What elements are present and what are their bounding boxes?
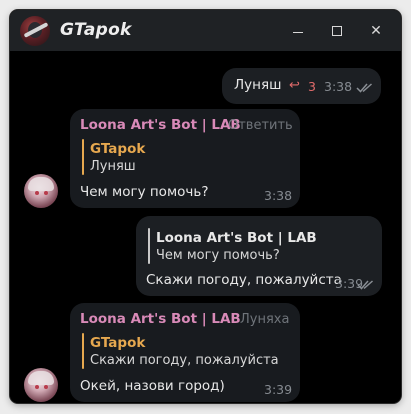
quote-text[interactable]: Чем могу помочь? <box>156 248 280 263</box>
quote-text[interactable]: Скажи погоду, пожалуйста <box>90 353 279 368</box>
reply-count[interactable]: 3 <box>308 79 316 94</box>
app-window: GTapok ✕ Луняш ↩ 3 3:38 Loona Art's Bot … <box>10 10 401 403</box>
chat-area[interactable]: Луняш ↩ 3 3:38 Loona Art's Bot | LAB Отв… <box>10 51 401 403</box>
close-icon: ✕ <box>370 22 382 39</box>
maximize-icon <box>332 25 342 36</box>
message-time: 3:38 <box>264 188 293 203</box>
message-bubble-outgoing[interactable]: Луняш ↩ 3 3:38 <box>222 68 381 104</box>
message-time: 3:38 <box>324 79 353 94</box>
sender-name[interactable]: Loona Art's Bot | LAB <box>80 311 241 327</box>
reply-action[interactable]: Ответить <box>228 118 293 133</box>
title-bar[interactable]: GTapok ✕ <box>10 10 401 51</box>
quote-bar <box>82 139 84 175</box>
message-text: Луняш <box>234 77 282 93</box>
message-bubble-incoming[interactable]: Loona Art's Bot | LAB Луняха GTapok Скаж… <box>70 303 300 402</box>
maximize-button[interactable] <box>317 10 357 51</box>
message-text: Скажи погоду, пожалуйста <box>146 272 342 288</box>
message-bubble-outgoing[interactable]: Loona Art's Bot | LAB Чем могу помочь? С… <box>136 216 382 296</box>
close-button[interactable]: ✕ <box>356 10 396 51</box>
app-logo <box>20 16 50 46</box>
minimize-button[interactable] <box>278 10 318 51</box>
double-check-icon <box>357 280 373 290</box>
quote-bar <box>148 228 150 264</box>
bot-avatar[interactable] <box>24 368 58 402</box>
reply-action[interactable]: Луняха <box>240 312 289 327</box>
quote-author[interactable]: Loona Art's Bot | LAB <box>156 230 317 246</box>
bot-avatar[interactable] <box>24 174 58 208</box>
minimize-icon <box>293 32 303 33</box>
reply-icon[interactable]: ↩ <box>289 78 300 93</box>
message-time: 3:39 <box>264 382 293 397</box>
message-text: Чем могу помочь? <box>80 184 209 200</box>
message-text: Окей, назови город) <box>80 378 225 394</box>
sender-name[interactable]: Loona Art's Bot | LAB <box>80 117 241 133</box>
double-check-icon <box>356 83 372 93</box>
message-bubble-incoming[interactable]: Loona Art's Bot | LAB Ответить GTapok Лу… <box>70 109 300 208</box>
window-title: GTapok <box>60 20 132 40</box>
quote-text[interactable]: Луняш <box>90 159 136 174</box>
quote-author[interactable]: GTapok <box>90 141 145 157</box>
quote-author[interactable]: GTapok <box>90 335 145 351</box>
quote-bar <box>82 333 84 369</box>
